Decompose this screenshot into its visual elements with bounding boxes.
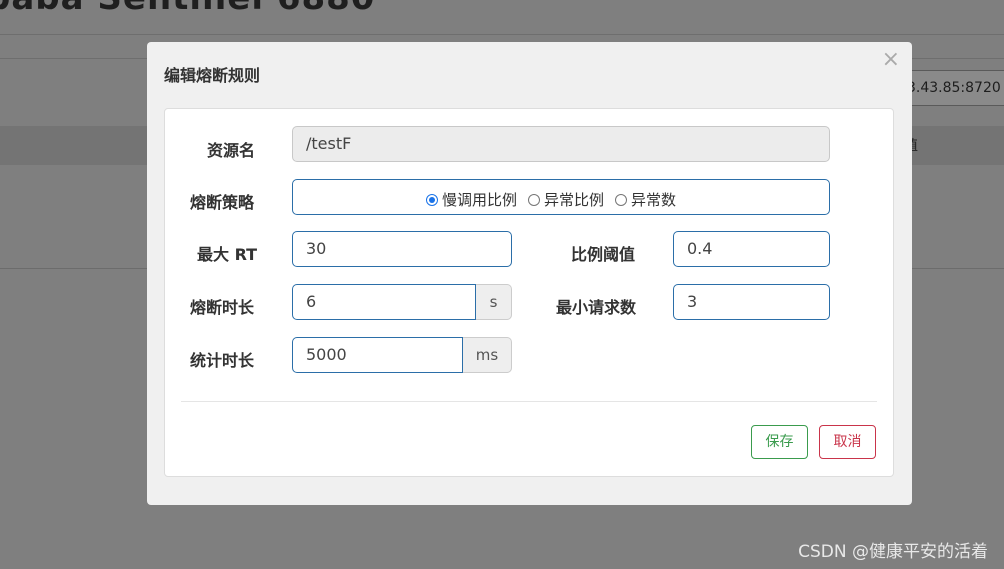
max-rt-input[interactable]: 30 xyxy=(292,231,512,267)
resource-label: 资源名 xyxy=(207,141,256,160)
strategy-option-label: 异常比例 xyxy=(544,191,605,209)
strategy-option-label: 异常数 xyxy=(631,191,677,209)
cancel-button[interactable]: 取消 xyxy=(819,425,876,459)
stat-unit-addon: ms xyxy=(463,337,512,373)
radio-checked-icon xyxy=(426,193,438,206)
edit-degrade-rule-dialog: 编辑熔断规则 × 资源名 /testF 熔断策略 慢调用比例 异常比例 异常数 xyxy=(147,42,912,505)
strategy-option-error-ratio[interactable]: 异常比例 xyxy=(528,189,604,210)
degrade-duration-input[interactable]: 6 xyxy=(292,284,476,320)
save-button[interactable]: 保存 xyxy=(751,425,808,459)
stat-interval-label: 统计时长 xyxy=(190,351,255,370)
form-divider xyxy=(181,401,877,402)
ratio-threshold-label: 比例阈值 xyxy=(571,245,636,264)
ratio-threshold-input[interactable]: 0.4 xyxy=(673,231,830,267)
duration-unit-addon: s xyxy=(476,284,512,320)
strategy-option-slow-ratio[interactable]: 慢调用比例 xyxy=(426,189,517,210)
watermark: CSDN @健康平安的活着 xyxy=(798,542,988,562)
strategy-radio-group: 慢调用比例 异常比例 异常数 xyxy=(292,179,830,215)
max-rt-label: 最大 RT xyxy=(197,245,258,264)
background-page-title: baba Sentinel 6880 xyxy=(0,0,375,18)
strategy-option-label: 慢调用比例 xyxy=(442,191,518,209)
min-request-input[interactable]: 3 xyxy=(673,284,830,320)
degrade-duration-label: 熔断时长 xyxy=(190,298,255,317)
radio-unchecked-icon xyxy=(615,193,628,206)
strategy-option-error-count[interactable]: 异常数 xyxy=(615,189,676,210)
radio-unchecked-icon xyxy=(528,193,541,206)
background-divider xyxy=(0,34,1004,35)
resource-name-input[interactable]: /testF xyxy=(292,126,830,162)
close-icon[interactable]: × xyxy=(882,48,900,72)
rule-form-panel: 资源名 /testF 熔断策略 慢调用比例 异常比例 异常数 最大 RT 30 … xyxy=(164,108,894,477)
dialog-title: 编辑熔断规则 xyxy=(164,66,261,85)
min-request-label: 最小请求数 xyxy=(556,298,637,317)
stat-interval-input[interactable]: 5000 xyxy=(292,337,463,373)
strategy-label: 熔断策略 xyxy=(190,193,255,212)
